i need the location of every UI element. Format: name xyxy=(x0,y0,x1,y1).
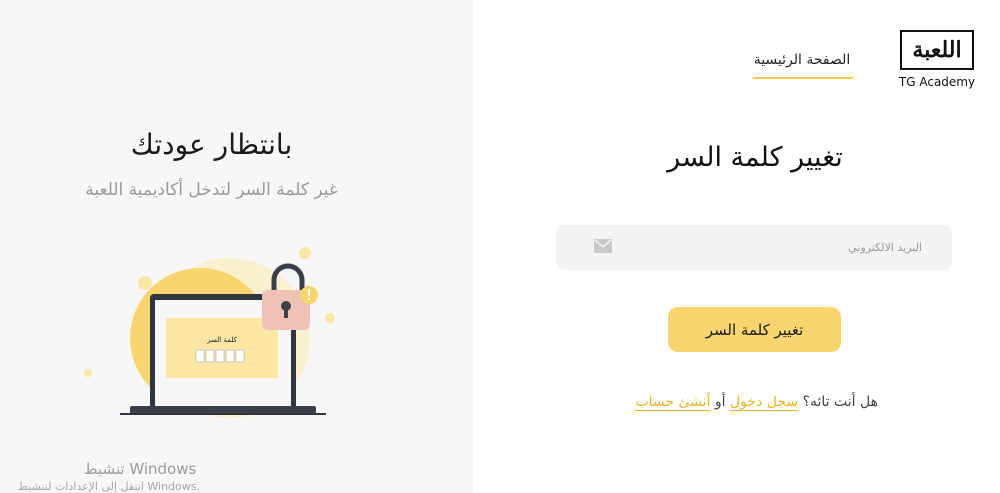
email-field-wrapper xyxy=(556,225,952,270)
mail-icon xyxy=(594,239,612,253)
logo[interactable]: اللعبة TG Academy xyxy=(898,30,976,92)
or-text: أو xyxy=(714,394,726,410)
lost-text: هل أنت تائه؟ xyxy=(802,394,878,410)
nav-active-underline xyxy=(753,77,853,79)
windows-activate-subtitle: انتقل إلى الإعدادات لتنشيط Windows. xyxy=(17,480,200,493)
windows-activate-title: تنشيط Windows xyxy=(83,460,197,478)
left-panel: بانتظار عودتك غير كلمة السر لتدخل أكاديم… xyxy=(0,0,473,493)
email-input[interactable] xyxy=(616,225,922,270)
screen-label: كلمة السر xyxy=(206,336,238,344)
register-link[interactable]: أنشئ حساب xyxy=(635,394,711,411)
page-title: تغيير كلمة السر xyxy=(667,142,843,173)
welcome-title: بانتظار عودتك xyxy=(130,128,293,161)
welcome-subtitle: غير كلمة السر لتدخل أكاديمية اللعبة xyxy=(85,180,338,200)
logo-mark: اللعبة xyxy=(900,30,974,70)
login-link[interactable]: سجل دخول xyxy=(730,394,799,411)
nav-home-link[interactable]: الصفحة الرئيسية xyxy=(750,52,854,68)
auth-links-line: هل أنت تائه؟ سجل دخول أو أنشئ حساب xyxy=(560,394,878,411)
logo-text: TG Academy xyxy=(898,75,976,89)
laptop-lock-illustration: كلمة السر xyxy=(84,247,335,418)
change-password-button[interactable]: تغيير كلمة السر xyxy=(668,307,841,352)
